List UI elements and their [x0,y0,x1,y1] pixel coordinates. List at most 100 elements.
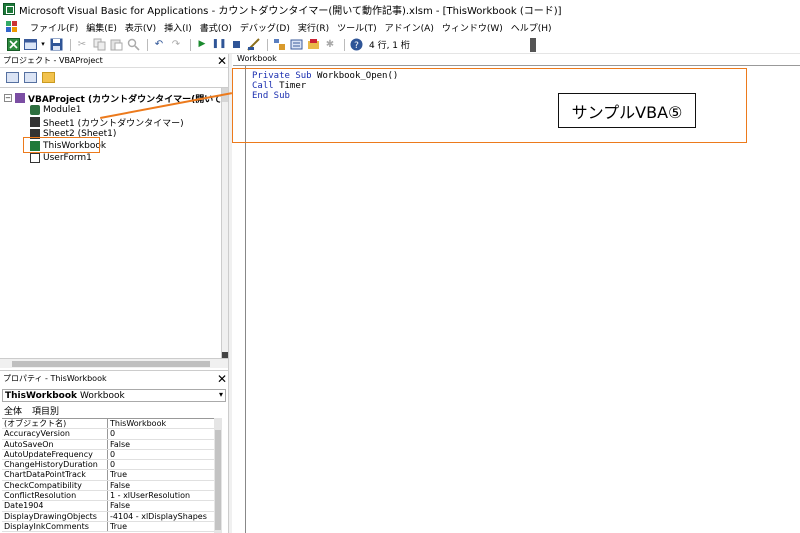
cursor-position: 4 行, 1 桁 [369,41,410,51]
save-icon[interactable] [49,38,63,52]
view-excel-icon[interactable] [6,38,20,52]
run-icon[interactable]: ▶ [195,38,209,52]
menu-window[interactable]: ウィンドウ(W) [438,21,507,34]
toolbar-overflow-handle[interactable] [529,37,536,52]
property-row[interactable]: Date1904 False [2,501,214,512]
properties-tabs: 全体 項目別 [4,404,59,417]
code-object-label: Workbook [237,54,277,63]
toggle-folders-icon[interactable] [42,72,55,83]
tab-alphabetic[interactable]: 全体 [4,404,22,417]
property-value[interactable]: False [108,501,214,510]
scroll-thumb[interactable] [215,430,221,530]
dropdown-arrow-icon[interactable]: ▾ [40,38,46,52]
menu-addins[interactable]: アドイン(A) [381,21,438,34]
properties-pane-close-icon[interactable]: ✕ [216,373,228,385]
scroll-thumb[interactable] [12,361,210,367]
project-tree-vscrollbar[interactable] [221,88,228,358]
menu-tools[interactable]: ツール(T) [333,21,381,34]
properties-pane-header: プロパティ - ThisWorkbook ✕ [0,370,228,386]
standard-toolbar: ▾ ✂ ↶ ↷ ▶ ❚❚ ✱ ? 4 行, 1 桁 [0,36,800,54]
help-icon[interactable]: ? [349,38,363,52]
toolbar-separator [344,38,345,51]
toolbox-icon[interactable]: ✱ [323,38,337,52]
property-row[interactable]: ChartDataPointTrack True [2,470,214,481]
view-object-icon[interactable] [24,72,37,83]
project-icon [15,93,25,103]
userform-icon [30,153,40,163]
reset-icon[interactable] [229,38,243,52]
property-name: AutoSaveOn [2,439,108,449]
properties-vscrollbar[interactable] [214,418,222,533]
paste-icon[interactable] [109,38,123,52]
menu-debug[interactable]: デバッグ(D) [236,21,294,34]
break-icon[interactable]: ❚❚ [211,38,226,52]
view-code-icon[interactable] [6,72,19,83]
property-row[interactable]: AccuracyVersion 0 [2,429,214,440]
property-name: DisplayInkComments [2,521,108,532]
vba-icon[interactable] [6,21,20,33]
copy-icon[interactable] [92,38,106,52]
property-value[interactable]: -4104 - xlDisplayShapes [108,512,214,521]
code-object-combo[interactable]: Workbook [233,54,800,66]
design-mode-icon[interactable] [246,38,260,52]
toolbar-separator [190,38,191,51]
properties-window-icon[interactable] [289,38,303,52]
property-value[interactable]: 1 - xlUserResolution [108,491,214,500]
property-value[interactable]: 0 [108,460,214,469]
property-value[interactable]: False [108,481,214,490]
property-row[interactable]: AutoSaveOn False [2,439,214,450]
project-explorer-icon[interactable] [272,38,286,52]
window-title: Microsoft Visual Basic for Applications … [19,5,562,17]
property-value[interactable]: True [108,522,214,531]
property-value[interactable]: ThisWorkbook [108,419,214,428]
menu-bar: ファイル(F) 編集(E) 表示(V) 挿入(I) 書式(O) デバッグ(D) … [0,18,800,36]
object-name: ThisWorkbook [5,390,77,401]
collapse-icon[interactable]: − [4,94,12,102]
property-value[interactable]: False [108,440,214,449]
svg-text:?: ? [354,41,359,51]
property-row[interactable]: DisplayDrawingObjects -4104 - xlDisplaySh… [2,511,214,522]
property-row[interactable]: (オブジェクト名) ThisWorkbook [2,419,214,430]
tree-item-sheet1[interactable]: Sheet1 (カウントダウンタイマー) [30,116,184,129]
property-value[interactable]: 0 [108,450,214,459]
object-browser-icon[interactable] [306,38,320,52]
title-bar: Microsoft Visual Basic for Applications … [0,0,800,18]
project-tree: − VBAProject (カウントダウンタイマー(開いて動作記事 Module… [0,88,222,358]
project-pane-toolbar [0,68,228,88]
project-tree-hscrollbar[interactable] [0,358,228,368]
menu-format[interactable]: 書式(O) [196,21,236,34]
annotation-label: サンプルVBA⑤ [558,93,696,128]
tree-item-module1[interactable]: Module1 [30,104,81,116]
redo-icon[interactable]: ↷ [169,38,183,52]
project-pane-close-icon[interactable]: ✕ [216,55,228,67]
property-row[interactable]: AutoUpdateFrequency 0 [2,449,214,461]
property-row[interactable]: ConflictResolution 1 - xlUserResolution [2,491,214,502]
toolbar-separator [267,38,268,51]
tab-categorized[interactable]: 項目別 [32,404,59,417]
menu-insert[interactable]: 挿入(I) [160,21,196,34]
property-name: DisplayDrawingObjects [2,511,108,521]
project-pane-title: プロジェクト - VBAProject [3,56,103,65]
property-value[interactable]: 0 [108,429,214,438]
tree-item-vbaproject[interactable]: − VBAProject (カウントダウンタイマー(開いて動作記事 [4,92,221,105]
menu-file[interactable]: ファイル(F) [26,21,82,34]
menu-view[interactable]: 表示(V) [121,21,160,34]
property-row[interactable]: CheckCompatibility False [2,480,214,492]
object-selector[interactable]: ThisWorkbook Workbook ▾ [2,389,226,402]
menu-help[interactable]: ヘルプ(H) [507,21,556,34]
find-icon[interactable] [126,38,140,52]
insert-userform-icon[interactable] [23,38,37,52]
menu-edit[interactable]: 編集(E) [82,21,121,34]
object-type: Workbook [80,390,125,401]
property-row[interactable]: ChangeHistoryDuration 0 [2,460,214,471]
property-row[interactable]: DisplayInkComments True [2,521,214,533]
tree-item-label: Module1 [43,105,82,115]
property-value[interactable]: True [108,470,214,479]
excel-app-icon[interactable] [3,3,15,15]
property-name: AutoUpdateFrequency [2,449,108,460]
chevron-down-icon[interactable]: ▾ [219,390,223,399]
tree-item-userform1[interactable]: UserForm1 [30,152,92,164]
undo-icon[interactable]: ↶ [152,38,166,52]
menu-run[interactable]: 実行(R) [294,21,333,34]
cut-icon[interactable]: ✂ [75,38,89,52]
